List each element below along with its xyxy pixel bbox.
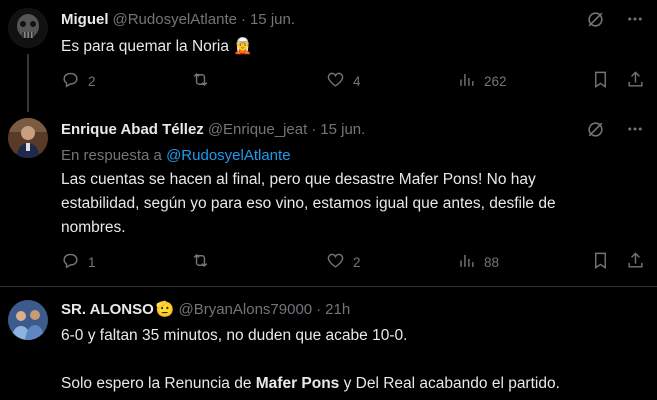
text-segment: Solo espero la Renuncia de [61,375,256,392]
tweet-text: Es para quemar la Noria 🧝 [61,38,253,55]
author-name[interactable]: Enrique Abad Téllez [61,121,204,138]
timestamp[interactable]: 15 jun. [320,121,365,138]
separator-dot: · [316,300,322,318]
tweet-miguel[interactable]: Miguel @RudosyelAtlante · 15 jun. Es par… [0,0,657,112]
timestamp[interactable]: 15 jun. [250,11,295,28]
tweet-text-line: nombres. [61,219,126,236]
reply-to-link[interactable]: @RudosyelAtlante [166,147,290,164]
tweet-header: Enrique Abad Téllez @Enrique_jeat · 15 j… [61,119,365,139]
tweet-text-line: Las cuentas se hacen al final, pero que … [61,171,536,188]
timestamp[interactable]: 21h [325,301,350,318]
more-icon[interactable] [625,9,645,29]
tweet-alonso[interactable]: SR. ALONSO 🫡 @BryanAlons79000 · 21h 6-0 … [0,287,657,400]
retweet-button[interactable] [191,251,218,273]
views-count: 88 [484,254,500,270]
text-segment: y Del Real acabando el partido. [339,375,560,392]
author-handle[interactable]: @Enrique_jeat [208,121,307,138]
bookmark-icon [591,251,610,273]
reply-icon [61,251,80,273]
reply-count: 2 [88,73,96,89]
retweet-icon [191,70,210,92]
tweet-text-line: 6-0 y faltan 35 minutos, no duden que ac… [61,327,408,344]
like-icon [326,70,345,92]
like-icon [326,251,345,273]
author-handle[interactable]: @BryanAlons79000 [178,301,312,318]
share-button[interactable] [626,251,645,273]
reply-button[interactable]: 2 [61,70,96,92]
reply-count: 1 [88,254,96,270]
views-count: 262 [484,73,507,89]
tweet-actions: 2 4 262 [61,70,645,92]
share-icon [626,251,645,273]
reply-icon [61,70,80,92]
like-count: 4 [353,73,361,89]
grok-icon[interactable] [585,9,605,29]
author-name[interactable]: SR. ALONSO [61,301,154,318]
reply-prefix: En respuesta a [61,147,167,164]
retweet-icon [191,251,210,273]
name-emoji: 🫡 [155,301,175,318]
author-handle[interactable]: @RudosyelAtlante [113,11,237,28]
more-icon[interactable] [625,119,645,139]
tweet-header: SR. ALONSO 🫡 @BryanAlons79000 · 21h [61,299,350,319]
retweet-button[interactable] [191,70,218,92]
separator-dot: · [240,10,246,28]
header-icons [585,9,645,29]
like-button[interactable]: 2 [326,251,361,273]
views-icon [457,251,476,273]
like-button[interactable]: 4 [326,70,361,92]
bold-segment: Mafer Pons [255,375,340,392]
bookmark-icon [591,70,610,92]
views-icon [457,70,476,92]
share-button[interactable] [626,70,645,92]
author-name[interactable]: Miguel [61,11,109,28]
tweet-text: 6-0 y faltan 35 minutos, no duden que ac… [61,324,641,396]
separator-dot: · [311,120,317,138]
tweet-text-line: Solo espero la Renuncia de Mafer Pons y … [61,372,641,396]
tweet-actions: 1 2 88 [61,251,645,273]
tweet-enrique[interactable]: Enrique Abad Téllez @Enrique_jeat · 15 j… [0,112,657,286]
reply-button[interactable]: 1 [61,251,96,273]
grok-icon[interactable] [585,119,605,139]
avatar[interactable] [8,8,48,48]
avatar[interactable] [8,300,48,340]
bookmark-button[interactable] [591,251,610,273]
avatar[interactable] [8,118,48,158]
tweet-text: Las cuentas se hacen al final, pero que … [61,168,641,240]
tweet-header: Miguel @RudosyelAtlante · 15 jun. [61,9,295,29]
bookmark-button[interactable] [591,70,610,92]
thread-line [27,54,29,112]
share-icon [626,70,645,92]
reply-context: En respuesta a @RudosyelAtlante [61,147,291,164]
tweet-text-line: estabilidad, según yo para eso vino, est… [61,195,556,212]
like-count: 2 [353,254,361,270]
views-button[interactable]: 262 [457,70,507,92]
header-icons [585,119,645,139]
views-button[interactable]: 88 [457,251,499,273]
